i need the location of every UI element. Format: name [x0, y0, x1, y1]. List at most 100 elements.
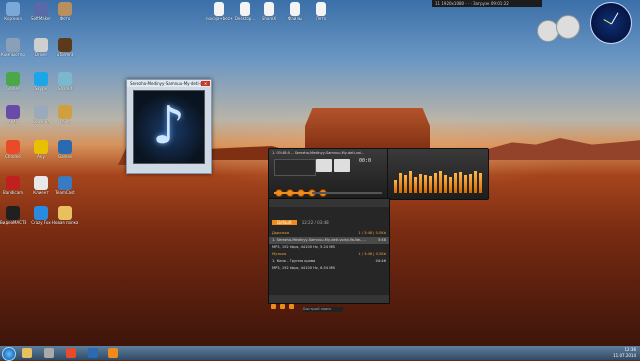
eq-slider[interactable]	[459, 172, 462, 193]
chrome-icon[interactable]	[66, 348, 76, 358]
eq-slider[interactable]	[474, 171, 477, 193]
vu-meter-left	[316, 159, 332, 172]
tray-clock[interactable]: 12:36 11.07.2014	[613, 347, 636, 359]
app17-icon	[34, 176, 48, 190]
meter-gadget[interactable]	[556, 15, 580, 39]
eq-slider[interactable]	[419, 174, 422, 193]
eq-slider[interactable]	[479, 173, 482, 193]
desktop-icon-app18[interactable]: TeamCast	[52, 176, 78, 195]
desktop-icon-label: Skype	[34, 86, 48, 91]
desktop-icon-app14[interactable]: Any	[28, 140, 54, 159]
app19-icon	[6, 206, 20, 220]
desktop-icon-skype[interactable]: Skype	[28, 72, 54, 91]
aimp-player[interactable]: 1. 03:48:0 -- Serezha-Medinyy-Samnuu-My-…	[268, 148, 390, 200]
list-item[interactable]: MP3, 192 kbps, 44100 Hz, 6.54 MB	[269, 265, 389, 272]
equalizer-window[interactable]	[387, 148, 489, 200]
eq-slider[interactable]	[449, 176, 452, 193]
seek-bar[interactable]	[274, 192, 382, 194]
desktop-icon-app5[interactable]: Driver	[28, 38, 54, 57]
explorer-icon[interactable]	[22, 348, 32, 358]
document-icon	[240, 2, 250, 16]
eq-slider[interactable]	[464, 175, 467, 193]
computer-icon	[6, 38, 20, 52]
list-item-value: 04:46	[375, 259, 386, 263]
eq-slider[interactable]	[444, 175, 447, 193]
desktop-icon-app10[interactable]: AIMP	[0, 105, 26, 124]
desktop-icon-chrome[interactable]: Chrome	[0, 140, 26, 159]
app10-icon	[6, 105, 20, 119]
desktop-icon-app15[interactable]: Games	[52, 140, 78, 159]
image-viewer-title: Serezha-Medinyy-Samnuu-My-deti-voi...	[127, 80, 211, 87]
desktop-icon-recycle[interactable]: Корзина	[0, 2, 26, 21]
eq-slider[interactable]	[454, 173, 457, 193]
utorrent-icon	[58, 38, 72, 52]
eq-slider[interactable]	[394, 180, 397, 193]
eq-slider[interactable]	[469, 174, 472, 193]
clock-gadget[interactable]	[590, 2, 632, 44]
eq-slider[interactable]	[409, 171, 412, 193]
document-icon	[290, 2, 300, 16]
list-item[interactable]: Музыка 1 / 3:48 | 0.0Kb	[269, 251, 389, 258]
clock-hour-hand	[611, 12, 619, 25]
file-icon[interactable]: Лето	[308, 2, 334, 21]
desktop-icon-app21[interactable]: Новая папка	[52, 206, 78, 225]
file-icon[interactable]: novaja+bez+...	[206, 2, 232, 21]
search-input[interactable]: Быстрый поиск	[303, 307, 344, 312]
app-icon[interactable]	[88, 348, 98, 358]
desktop-icon-app19[interactable]: ВидеоМАСТЕР	[0, 206, 26, 225]
desktop-icon-label: Bandicam	[3, 190, 23, 195]
eq-slider[interactable]	[404, 175, 407, 193]
desktop-icon-app17[interactable]: Клиент	[28, 176, 54, 195]
desktop-icon-app9[interactable]: Shared	[52, 72, 78, 91]
eq-slider[interactable]	[429, 175, 432, 193]
app2-icon	[34, 2, 48, 16]
aimp-icon[interactable]	[108, 348, 118, 358]
file-icon[interactable]: ShareX	[256, 2, 282, 21]
taskbar: 12:36 11.07.2014	[0, 346, 640, 361]
image-viewer-window[interactable]: Serezha-Medinyy-Samnuu-My-deti-voi... ✕ …	[126, 79, 212, 174]
album-art: ♪	[133, 90, 205, 164]
desktop-icon-label: Новая папка	[52, 220, 78, 225]
tab-default[interactable]: Default	[272, 220, 297, 225]
desktop-icon-label: Корзина	[32, 119, 50, 124]
desktop-icon-computer[interactable]: Компьютер	[0, 38, 26, 57]
desktop-icon-app12[interactable]: Paint	[52, 105, 78, 124]
list-item[interactable]: 1. Serezha-Medinyy-Samnuu-My-deti-voiny-…	[269, 237, 389, 244]
desktop-icon-games[interactable]: Games	[0, 72, 26, 91]
close-button[interactable]: ✕	[201, 81, 210, 86]
visualization	[274, 159, 316, 176]
file-icon[interactable]: Desktop...	[232, 2, 258, 21]
eq-slider[interactable]	[434, 173, 437, 193]
add-icon[interactable]	[271, 304, 276, 309]
eq-slider[interactable]	[414, 176, 417, 193]
music-note-icon: ♪	[152, 96, 186, 156]
list-item[interactable]: Дорожка 1 / 3:48 | 0.0Kb	[269, 230, 389, 237]
desktop-icon-app3[interactable]: Фото	[52, 2, 78, 21]
app21-icon	[58, 206, 72, 220]
equalizer-sliders[interactable]	[394, 157, 482, 193]
list-item[interactable]: MP3, 192 kbps, 44100 Hz, 5.24 MB	[269, 244, 389, 251]
desktop-icon-app11[interactable]: Корзина	[28, 105, 54, 124]
desktop-icon-label: uTorrent	[56, 52, 74, 57]
remove-icon[interactable]	[280, 304, 285, 309]
media-icon[interactable]	[44, 348, 54, 358]
list-item-value: 1 / 3:48 | 0.0Kb	[358, 252, 386, 256]
desktop-icon-label: Shared	[57, 86, 73, 91]
eq-slider[interactable]	[439, 171, 442, 193]
desktop-icon-app20[interactable]: Crazy Fox	[28, 206, 54, 225]
clock-minute-hand	[603, 19, 612, 25]
start-button[interactable]	[2, 347, 16, 361]
desktop-icon-app16[interactable]: Bandicam	[0, 176, 26, 195]
sort-icon[interactable]	[289, 304, 294, 309]
playlist-window[interactable]: Default 12:22 / 03:48 Дорожка 1 / 3:48 | …	[268, 198, 390, 312]
desktop-icon-utorrent[interactable]: uTorrent	[52, 38, 78, 57]
eq-slider[interactable]	[424, 175, 427, 193]
desktop-icon-label: Chrome	[5, 154, 21, 159]
app11-icon	[34, 105, 48, 119]
desktop-icon-app2[interactable]: SoftMaker	[28, 2, 54, 21]
list-item-text: 1. Кино - Группа крови	[272, 259, 316, 263]
app9-icon	[58, 72, 72, 86]
eq-slider[interactable]	[399, 173, 402, 193]
list-item[interactable]: 1. Кино - Группа крови 04:46	[269, 258, 389, 265]
file-icon[interactable]: Файлы	[282, 2, 308, 21]
